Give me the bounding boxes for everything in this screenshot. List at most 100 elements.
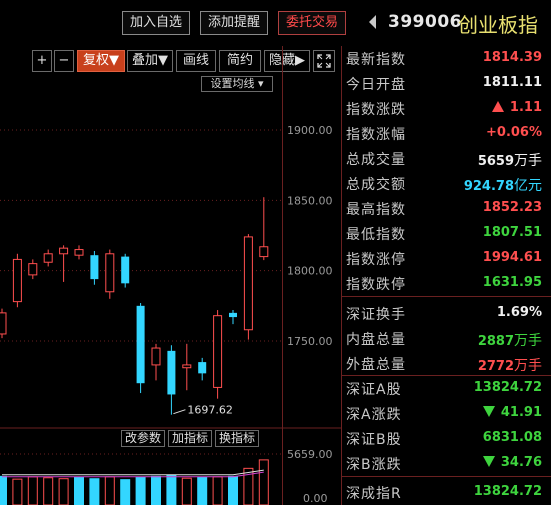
- quote-number: 1994.61: [482, 250, 542, 265]
- triangle-down-icon: [482, 456, 495, 467]
- zoom-out-button[interactable]: −: [54, 50, 74, 72]
- quote-row: 指数涨幅 +0.06%: [342, 121, 551, 146]
- candle-body: [121, 256, 130, 284]
- quote-number: 1807.51: [482, 225, 542, 240]
- add-alert-button[interactable]: 添加提醒: [200, 11, 268, 35]
- candle-body: [243, 236, 253, 331]
- volume-bar: [74, 476, 84, 505]
- quote-label: 指数涨幅: [346, 127, 406, 143]
- quote-label: 深B涨跌: [346, 457, 402, 473]
- quote-row: 深证换手 1.69%: [342, 301, 551, 326]
- quote-label: 指数涨停: [346, 252, 406, 268]
- hide-button[interactable]: 隐藏▶: [264, 50, 310, 72]
- chart-axis-divider: [282, 46, 283, 505]
- quote-number: 6831.08: [482, 430, 542, 445]
- simple-mode-button[interactable]: 简约: [219, 50, 261, 72]
- quote-row: 深证A股 13824.72: [342, 376, 551, 401]
- change-params-button[interactable]: 改参数: [121, 430, 165, 447]
- quote-label: 深证换手: [346, 307, 406, 323]
- quote-row: 深A涨跌 41.91: [342, 401, 551, 426]
- quote-value: 13824.72: [474, 380, 542, 395]
- candle-body: [213, 315, 223, 388]
- quote-row: 总成交量 5659万手: [342, 146, 551, 171]
- volume-bar: [120, 479, 131, 505]
- quote-number: 1.11: [509, 100, 542, 115]
- quote-number: 924.78: [463, 179, 514, 194]
- set-ma-button[interactable]: 设置均线 ▾: [201, 76, 273, 92]
- quote-row: 今日开盘 1811.11: [342, 71, 551, 96]
- quote-label: 指数涨跌: [346, 102, 406, 118]
- overlay-button[interactable]: 叠加▼: [127, 50, 173, 72]
- quote-number: 1811.11: [482, 75, 542, 90]
- quote-number: 2887: [477, 334, 514, 349]
- quote-label: 最高指数: [346, 202, 406, 218]
- volume-bar: [58, 478, 69, 505]
- add-watchlist-button[interactable]: 加入自选: [122, 11, 190, 35]
- quote-label: 深A涨跌: [346, 407, 402, 423]
- caret-left-icon[interactable]: [369, 15, 376, 29]
- quote-value: 1.69%: [497, 305, 542, 320]
- volume-bar: [212, 476, 223, 505]
- quote-label: 指数跌停: [346, 277, 406, 293]
- y-tick-label: 1850.00: [287, 194, 333, 207]
- quote-number: 5659: [477, 154, 514, 169]
- quote-row: 指数涨跌 1.11: [342, 96, 551, 121]
- quote-value: 1852.23: [483, 200, 542, 215]
- quote-value: 41.91: [482, 405, 542, 420]
- chart-toolbar: + − 复权▼ 叠加▼ 画线 简约 隐藏▶: [0, 50, 342, 72]
- quote-row: 指数跌停 1631.95: [342, 271, 551, 296]
- quote-value: 1631.95: [483, 275, 542, 290]
- quote-number: 13824.72: [473, 380, 542, 395]
- quote-label: 最新指数: [346, 52, 406, 68]
- quote-number: 1852.23: [482, 200, 542, 215]
- candle-body: [28, 263, 38, 276]
- quote-value: 2887万手: [478, 330, 542, 350]
- candle-body: [182, 364, 192, 369]
- quote-number: 1.69%: [496, 305, 542, 320]
- candle-body: [167, 350, 176, 395]
- volume-bar: [43, 477, 54, 505]
- triangle-up-icon: [491, 101, 504, 112]
- fuquan-button[interactable]: 复权▼: [77, 50, 125, 72]
- quote-label: 外盘总量: [346, 357, 406, 373]
- y-tick-label: 1800.00: [287, 265, 333, 278]
- quote-separator: [342, 476, 551, 477]
- candle-body: [229, 312, 237, 318]
- candle-body: [259, 246, 269, 258]
- switch-indicator-button[interactable]: 换指标: [215, 430, 259, 447]
- quote-row: 指数涨停 1994.61: [342, 246, 551, 271]
- volume-ma-line: [2, 469, 264, 476]
- volume-bar: [135, 476, 146, 505]
- quote-value: 34.76: [482, 455, 542, 470]
- volume-bar: [258, 459, 269, 505]
- fullscreen-button[interactable]: [313, 50, 335, 72]
- quote-value: 924.78亿元: [464, 175, 542, 195]
- index-name: 创业板指: [458, 13, 538, 37]
- draw-line-button[interactable]: 画线: [176, 50, 216, 72]
- add-indicator-button[interactable]: 加指标: [168, 430, 212, 447]
- quote-value: 6831.08: [483, 430, 542, 445]
- candle-body: [136, 305, 145, 384]
- quote-number: 13824.72: [473, 484, 542, 499]
- quote-row: 外盘总量 2772万手: [342, 351, 551, 376]
- quote-number: 1631.95: [482, 275, 542, 290]
- triangle-down-icon: [482, 406, 495, 417]
- y-tick-label: 1900.00: [287, 124, 333, 137]
- quote-value: 1994.61: [483, 250, 542, 265]
- volume-bar: [27, 476, 38, 505]
- quote-separator: [342, 296, 551, 297]
- candle-body: [74, 249, 84, 256]
- volume-bar: [12, 478, 23, 505]
- index-code: 399006: [388, 12, 462, 32]
- zoom-in-button[interactable]: +: [32, 50, 52, 72]
- quote-value: 1807.51: [483, 225, 542, 240]
- quote-value: 1.11: [491, 100, 542, 115]
- quote-row: 总成交额 924.78亿元: [342, 171, 551, 196]
- quote-label: 深成指R: [346, 486, 402, 502]
- quote-number: 34.76: [500, 455, 542, 470]
- quote-panel: 最新指数 1814.39 今日开盘 1811.11 指数涨跌 1.11 指数涨幅 +0.06%…: [342, 46, 551, 505]
- volume-bar: [166, 474, 177, 505]
- candle-body: [105, 253, 115, 293]
- candle-body: [43, 253, 53, 263]
- trade-button[interactable]: 委托交易: [278, 11, 346, 35]
